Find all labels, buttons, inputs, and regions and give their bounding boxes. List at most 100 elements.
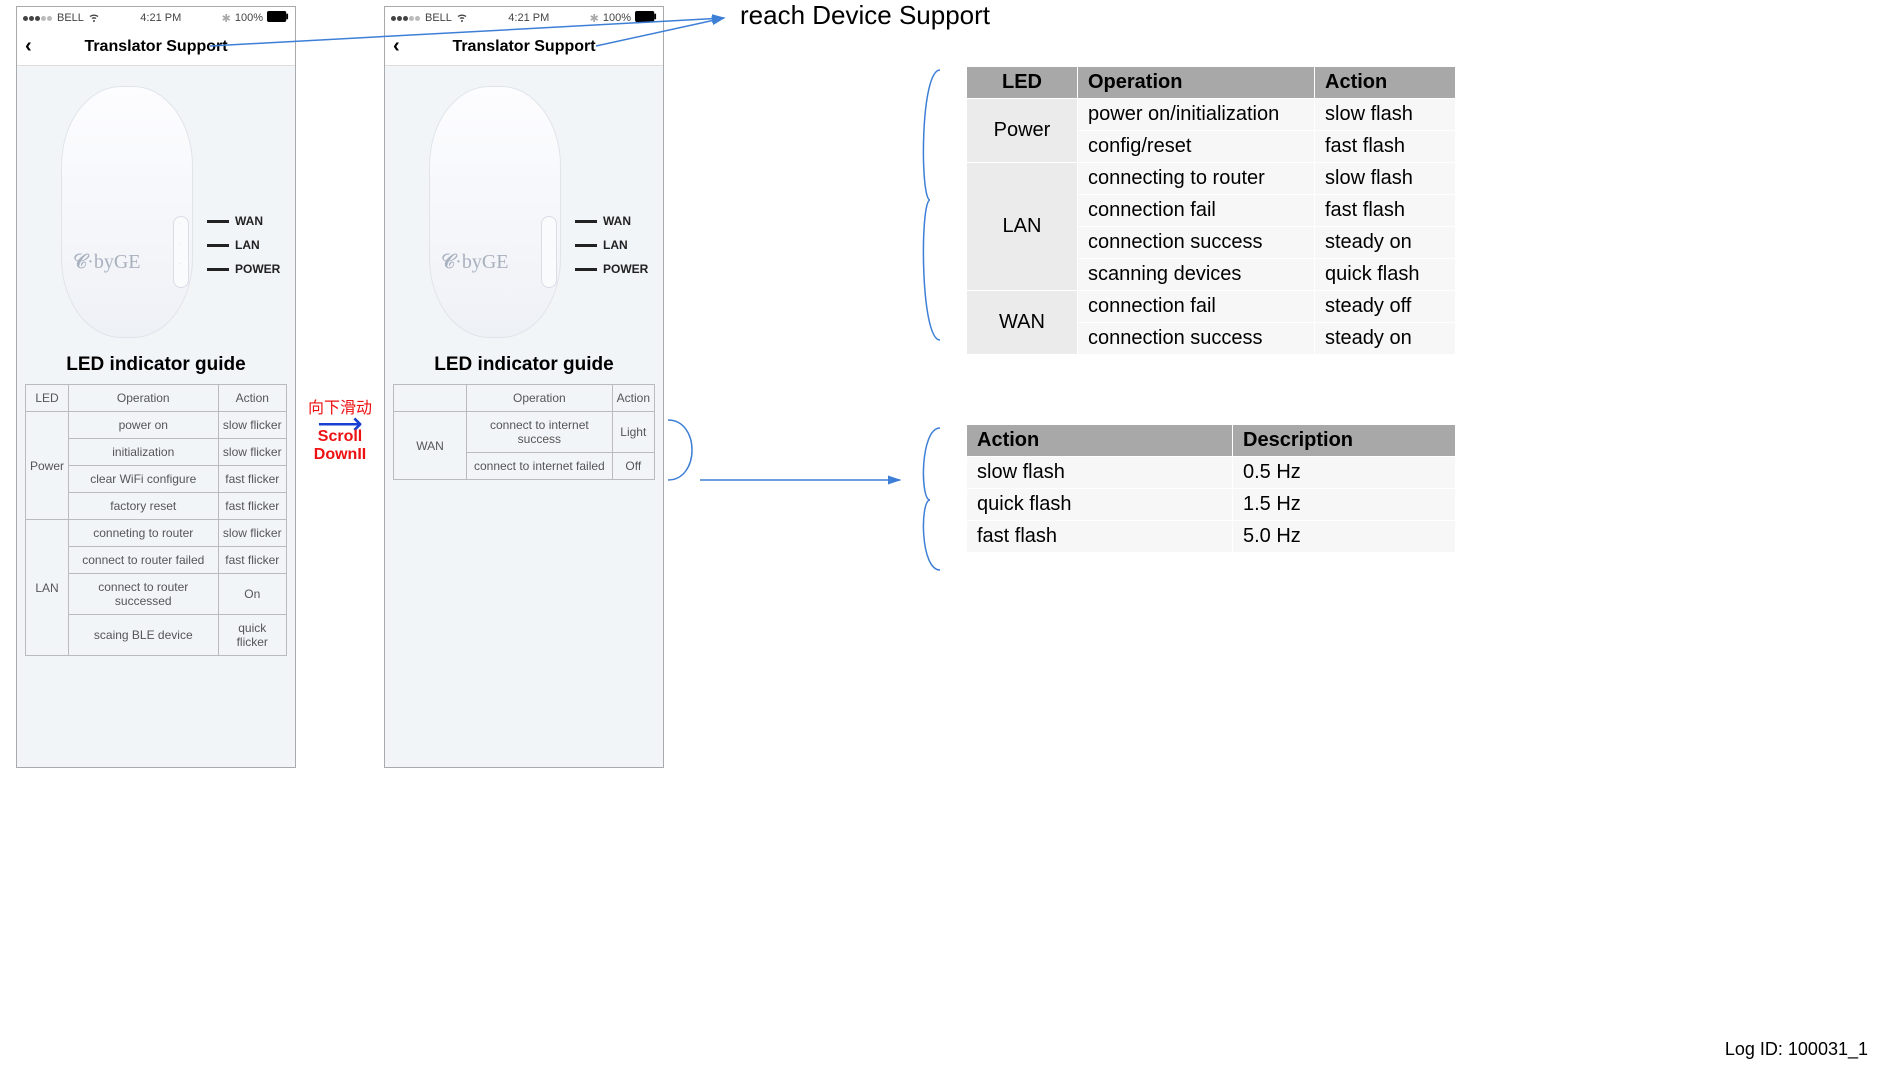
device-illustration: 𝓒·byGE WAN LAN POWER: [419, 86, 629, 336]
cell-act: Off: [612, 453, 654, 480]
device-illustration: 𝓒·byGE · · · WAN LAN POWER: [51, 86, 261, 336]
led-guide-heading: LED indicator guide: [393, 354, 655, 376]
cell-op: scanning devices: [1078, 259, 1315, 291]
status-bar: BELL 4:21 PM ✱ 100%: [385, 7, 663, 29]
cell-act: slow flicker: [218, 439, 287, 466]
th-action: Action: [967, 425, 1233, 457]
cell-action: quick flash: [967, 489, 1233, 521]
led-table-phone2: Operation Action WAN connect to internet…: [393, 384, 655, 480]
cell-act: fast flicker: [218, 493, 287, 520]
cell-op: connect to internet failed: [467, 453, 613, 480]
phone-mock-2: BELL 4:21 PM ✱ 100% ‹ Translator Support…: [384, 6, 664, 768]
th-op: Operation: [69, 385, 218, 412]
scroll-annotation: 向下滑动 ⟶ Scroll DownII: [294, 394, 386, 464]
cell-act: fast flicker: [218, 466, 287, 493]
title-bar: ‹ Translator Support: [17, 29, 295, 66]
page-title: Translator Support: [452, 38, 595, 56]
cell-action: fast flash: [967, 521, 1233, 553]
page-title: Translator Support: [84, 38, 227, 56]
th-desc: Description: [1233, 425, 1456, 457]
led-label-power: POWER: [207, 262, 280, 276]
clock-label: 4:21 PM: [508, 12, 549, 24]
cell-op: connect to internet success: [467, 412, 613, 453]
cell-op: conneting to router: [69, 520, 218, 547]
cell-act: quick flicker: [218, 615, 287, 656]
cell-act: slow flash: [1315, 163, 1456, 195]
cell-act: slow flash: [1315, 99, 1456, 131]
cell-act: slow flicker: [218, 520, 287, 547]
cell-op: connection success: [1078, 227, 1315, 259]
arrow-right-icon: ⟶: [294, 418, 386, 428]
carrier-label: BELL: [57, 12, 84, 24]
scroll-anno-en: Scroll DownII: [294, 428, 386, 464]
cell-led: WAN: [394, 412, 467, 480]
tiny-led-power: ·: [176, 261, 184, 267]
back-button[interactable]: ‹: [393, 35, 400, 58]
title-bar: ‹ Translator Support: [385, 29, 663, 66]
cell-act: quick flash: [1315, 259, 1456, 291]
cell-desc: 5.0 Hz: [1233, 521, 1456, 553]
battery-icon: [635, 11, 657, 25]
bluetooth-icon: ✱: [222, 12, 231, 25]
clock-label: 4:21 PM: [140, 12, 181, 24]
cell-op: power on/initialization: [1078, 99, 1315, 131]
th-led: LED: [26, 385, 69, 412]
cell-act: slow flicker: [218, 412, 287, 439]
cell-act: fast flicker: [218, 547, 287, 574]
cell-desc: 0.5 Hz: [1233, 457, 1456, 489]
cell-op: connection fail: [1078, 195, 1315, 227]
cell-led: Power: [967, 99, 1078, 163]
led-label-lan: LAN: [575, 238, 628, 252]
led-label-wan: WAN: [575, 214, 631, 228]
cell-act: steady on: [1315, 227, 1456, 259]
reach-device-support-label: reach Device Support: [740, 0, 990, 31]
cell-op: connecting to router: [1078, 163, 1315, 195]
wifi-icon: [88, 11, 100, 26]
log-id-label: Log ID: 100031_1: [1725, 1039, 1868, 1060]
tiny-led-wan: ·: [176, 221, 184, 227]
carrier-label: BELL: [425, 12, 452, 24]
th-act: Action: [218, 385, 287, 412]
reference-led-table: LED Operation Action Power power on/init…: [966, 66, 1456, 355]
cell-act: steady off: [1315, 291, 1456, 323]
device-logo: 𝓒·byGE: [73, 251, 140, 274]
cell-led: LAN: [967, 163, 1078, 291]
signal-dots-icon: [391, 12, 421, 24]
cell-op: power on: [69, 412, 218, 439]
th-op: Operation: [467, 385, 613, 412]
tiny-led-lan: ·: [176, 241, 184, 247]
cell-led: LAN: [26, 520, 69, 656]
signal-dots-icon: [23, 12, 53, 24]
th-led: LED: [967, 67, 1078, 99]
cell-op: connect to router failed: [69, 547, 218, 574]
device-logo: 𝓒·byGE: [441, 251, 508, 274]
led-label-power: POWER: [575, 262, 648, 276]
cell-op: connection fail: [1078, 291, 1315, 323]
cell-op: connect to router successed: [69, 574, 218, 615]
cell-act: On: [218, 574, 287, 615]
th-led: [394, 385, 467, 412]
th-op: Operation: [1078, 67, 1315, 99]
cell-op: initialization: [69, 439, 218, 466]
cell-desc: 1.5 Hz: [1233, 489, 1456, 521]
cell-act: fast flash: [1315, 131, 1456, 163]
led-guide-heading: LED indicator guide: [25, 354, 287, 376]
cell-op: clear WiFi configure: [69, 466, 218, 493]
th-act: Action: [1315, 67, 1456, 99]
phone-mock-1: BELL 4:21 PM ✱ 100% ‹ Translator Support…: [16, 6, 296, 768]
led-label-wan: WAN: [207, 214, 263, 228]
cell-act: Light: [612, 412, 654, 453]
cell-led: Power: [26, 412, 69, 520]
battery-pct: 100%: [603, 12, 631, 24]
cell-op: config/reset: [1078, 131, 1315, 163]
cell-op: factory reset: [69, 493, 218, 520]
cell-act: fast flash: [1315, 195, 1456, 227]
reference-action-table: Action Description slow flash 0.5 Hz qui…: [966, 424, 1456, 553]
wifi-icon: [456, 11, 468, 26]
back-button[interactable]: ‹: [25, 35, 32, 58]
battery-pct: 100%: [235, 12, 263, 24]
led-table-phone1: LED Operation Action Power power on slow…: [25, 384, 287, 656]
bluetooth-icon: ✱: [590, 12, 599, 25]
cell-act: steady on: [1315, 323, 1456, 355]
th-act: Action: [612, 385, 654, 412]
